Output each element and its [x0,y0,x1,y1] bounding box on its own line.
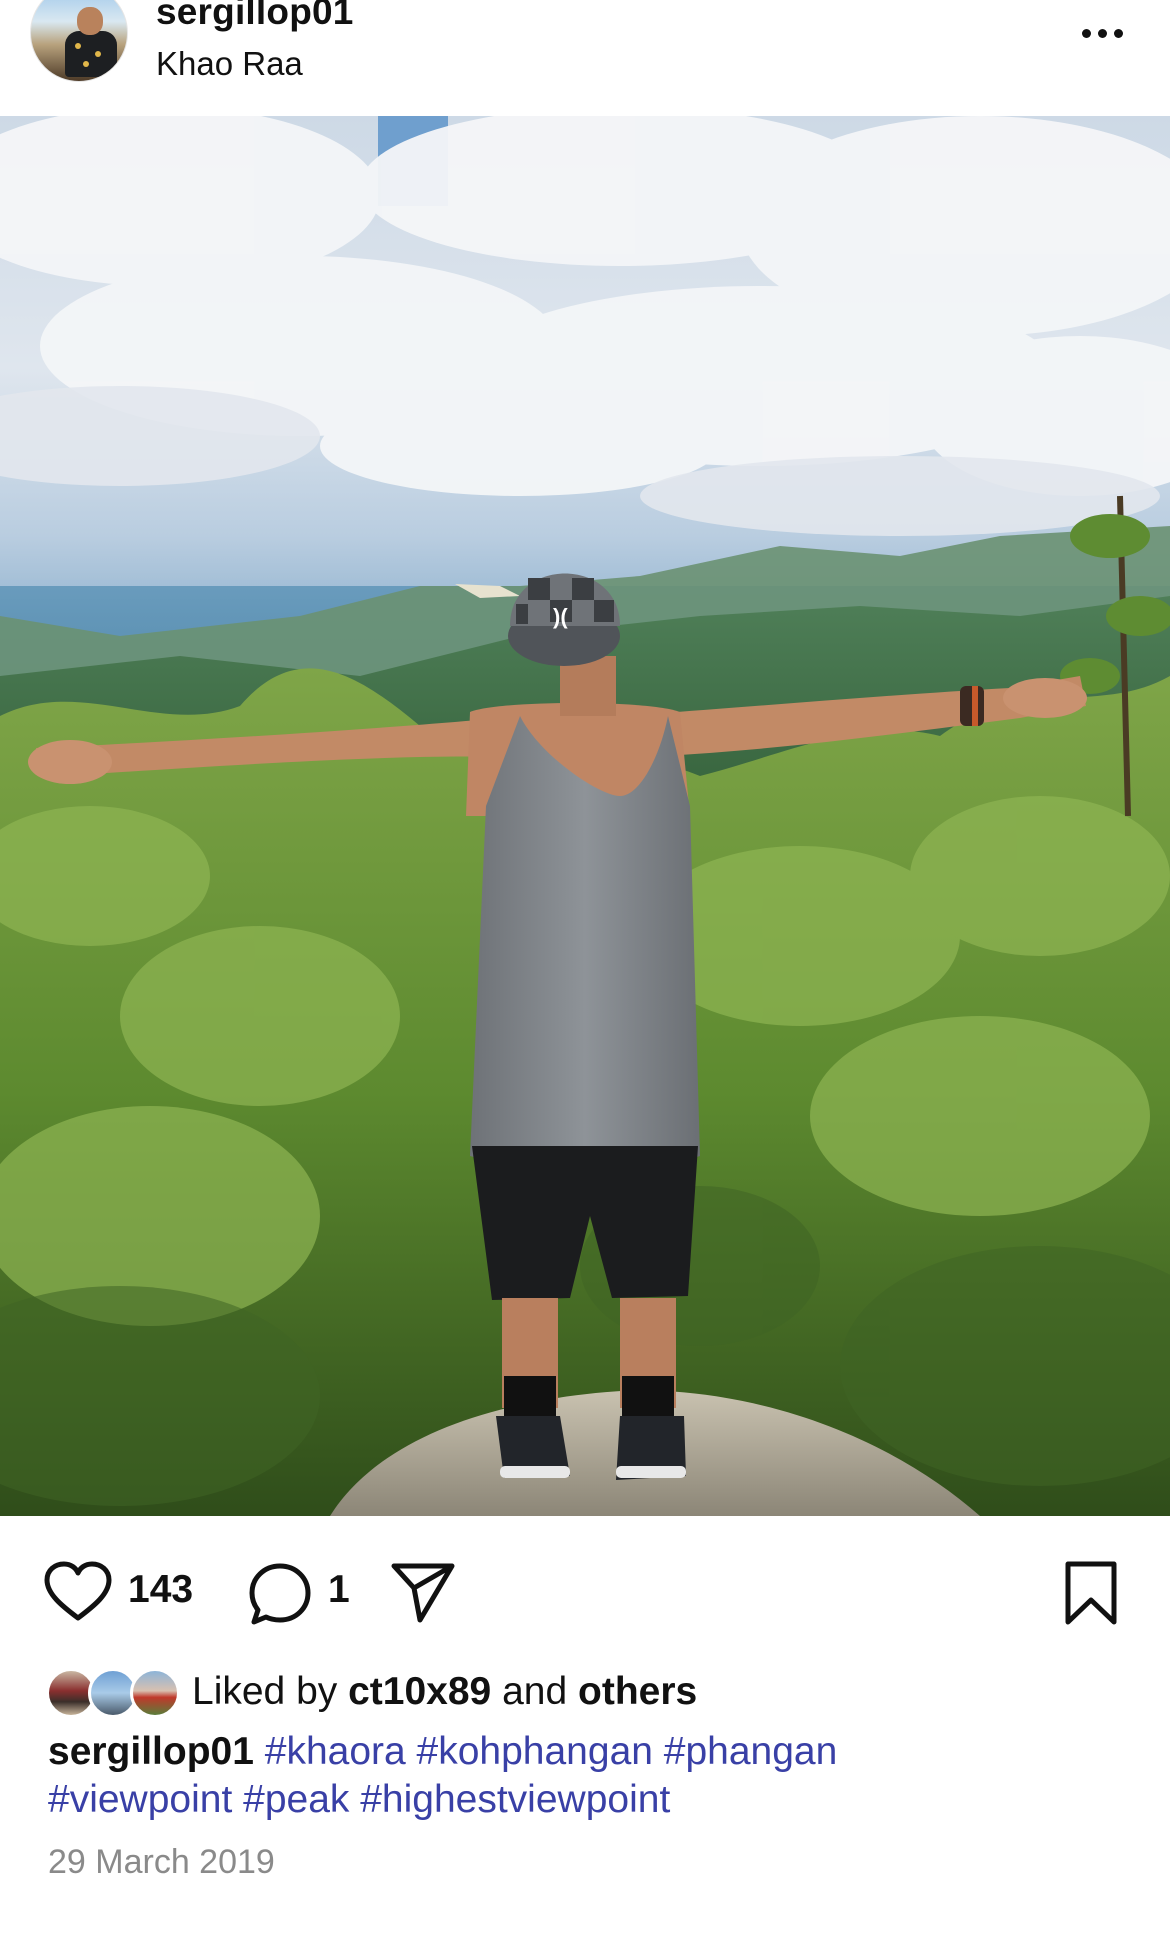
heart-icon[interactable] [42,1560,114,1624]
post-caption: sergillop01 #khaora #kohphangan #phangan… [48,1728,1128,1824]
hashtag[interactable]: #highestviewpoint [360,1778,670,1821]
liked-by-text: Liked by ct10x89 and others [192,1670,697,1714]
liked-by-prefix: Liked by [192,1670,338,1713]
liked-by-user[interactable]: ct10x89 [348,1670,491,1713]
send-icon[interactable] [388,1560,458,1624]
hashtag[interactable]: #kohphangan [417,1730,653,1773]
hashtag[interactable]: #khaora [265,1730,406,1773]
avatar-face [77,7,103,35]
avatar-shirt [65,31,117,77]
caption-username[interactable]: sergillop01 [48,1730,254,1773]
liker-avatar [130,1668,180,1718]
liked-by-row[interactable]: Liked by ct10x89 and others [46,1664,1146,1720]
post-photo-illustration: )( [0,116,1170,1516]
cap-logo: )( [553,604,568,629]
profile-avatar[interactable] [30,0,128,82]
post-location[interactable]: Khao Raa [156,44,303,84]
post-header: sergillop01 Khao Raa [0,0,1170,116]
hashtag[interactable]: #viewpoint [48,1778,232,1821]
liked-by-others[interactable]: others [578,1670,697,1713]
hashtag[interactable]: #peak [243,1778,349,1821]
comment-bubble-icon[interactable] [246,1560,314,1628]
post-actions-bar: 143 1 [0,1540,1170,1640]
comments-count[interactable]: 1 [328,1568,350,1612]
more-dot [1097,28,1107,38]
post-photo[interactable]: )( [0,116,1170,1516]
hashtag[interactable]: #phangan [664,1730,838,1773]
likes-count[interactable]: 143 [128,1568,193,1612]
post-username[interactable]: sergillop01 [156,0,354,32]
more-horizontal-icon [1081,28,1091,38]
more-dot [1113,28,1123,38]
liked-by-connector: and [502,1670,568,1713]
bookmark-icon[interactable] [1062,1560,1120,1626]
more-options-button[interactable] [1072,18,1132,48]
post-date: 29 March 2019 [48,1843,275,1881]
